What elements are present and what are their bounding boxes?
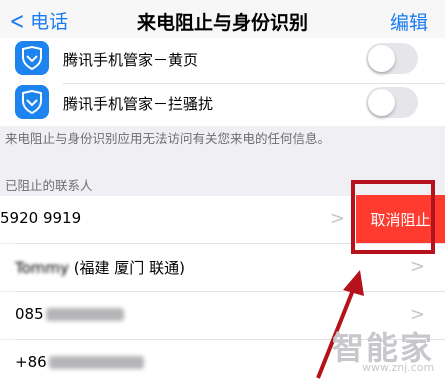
watermark-url: www.znj.com [362, 361, 435, 374]
